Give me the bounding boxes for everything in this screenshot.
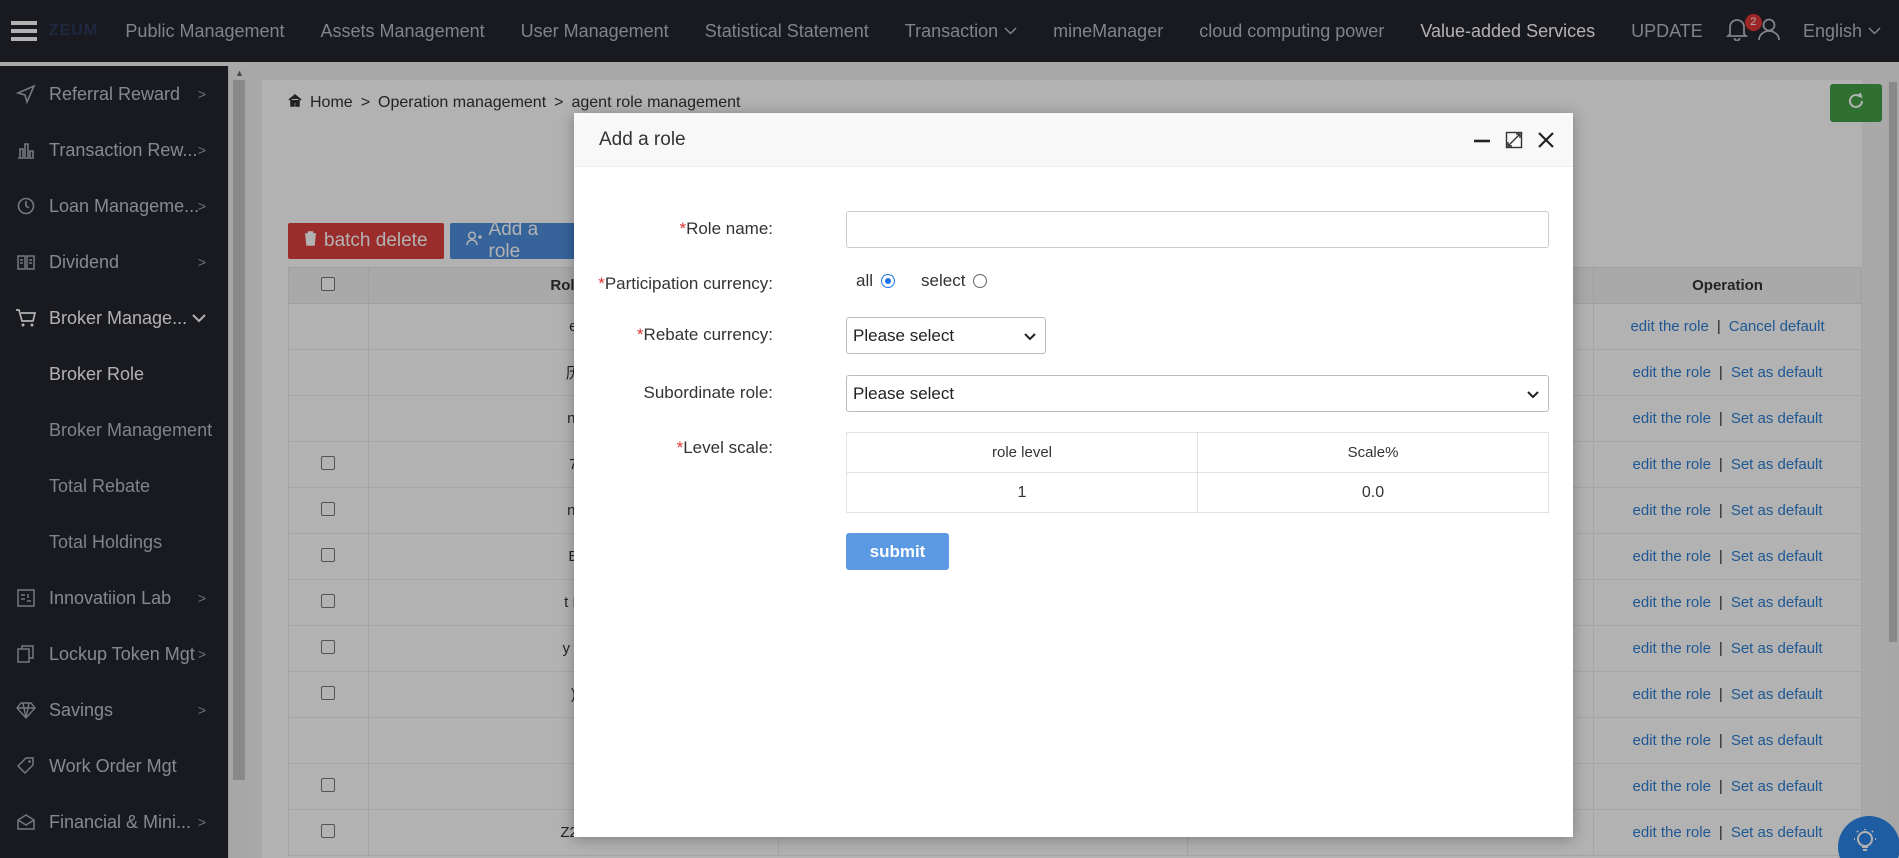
level-table-row: 1 0.0	[846, 472, 1549, 513]
subordinate-role-select[interactable]: Please select	[846, 375, 1549, 412]
chevron-down-icon	[1526, 386, 1540, 406]
form-row-participation-currency: *Participation currency: all select	[574, 271, 1573, 299]
role-name-input[interactable]	[846, 211, 1549, 248]
dialog-title: Add a role	[599, 128, 686, 150]
rebate-currency-label-text: Rebate currency:	[643, 325, 773, 344]
submit-button[interactable]: submit	[846, 533, 949, 570]
level-scale-table: role level Scale% 1 0.0	[846, 432, 1549, 513]
participation-currency-label: *Participation currency:	[598, 274, 773, 294]
radio-select[interactable]	[973, 274, 988, 288]
form-row-subordinate-role: Subordinate role: Please select	[574, 375, 1573, 413]
level-scale-label: *Level scale:	[677, 438, 773, 458]
role-level-cell: 1	[846, 472, 1198, 513]
subordinate-role-value: Please select	[853, 383, 955, 403]
rebate-currency-value: Please select	[853, 325, 955, 345]
dialog-header: Add a role	[574, 113, 1573, 167]
role-name-label: *Role name:	[679, 219, 773, 239]
minimize-icon[interactable]	[1473, 131, 1491, 149]
chevron-down-icon	[1023, 328, 1037, 348]
rebate-currency-select[interactable]: Please select	[846, 317, 1046, 354]
radio-all[interactable]	[881, 274, 896, 288]
column-header-scale: Scale%	[1197, 432, 1549, 473]
level-scale-label-text: Level scale:	[683, 438, 773, 457]
radio-select-label: select	[921, 271, 966, 290]
required-mark: *	[636, 325, 644, 344]
form-row-submit: submit	[574, 533, 1573, 570]
close-icon[interactable]	[1537, 131, 1555, 149]
add-role-dialog: Add a role *Role name: *Participation cu…	[574, 113, 1573, 837]
role-name-label-text: Role name:	[686, 219, 773, 238]
level-table-header-row: role level Scale%	[846, 432, 1549, 473]
form-row-rebate-currency: *Rebate currency: Please select	[574, 317, 1573, 355]
column-header-role-level: role level	[846, 432, 1198, 473]
required-mark: *	[598, 274, 605, 293]
form-row-role-name: *Role name:	[574, 211, 1573, 249]
subordinate-role-label: Subordinate role:	[643, 383, 773, 402]
maximize-icon[interactable]	[1505, 131, 1523, 149]
radio-all-label: all	[856, 271, 874, 290]
participation-currency-label-text: Participation currency:	[604, 274, 773, 293]
dialog-controls	[1473, 113, 1555, 167]
rebate-currency-label: *Rebate currency:	[637, 325, 773, 345]
form-row-level-scale: *Level scale: role level Scale% 1 0.0	[574, 432, 1573, 514]
scale-input-cell[interactable]: 0.0	[1197, 472, 1549, 513]
participation-currency-radio-group: all select	[856, 271, 988, 291]
